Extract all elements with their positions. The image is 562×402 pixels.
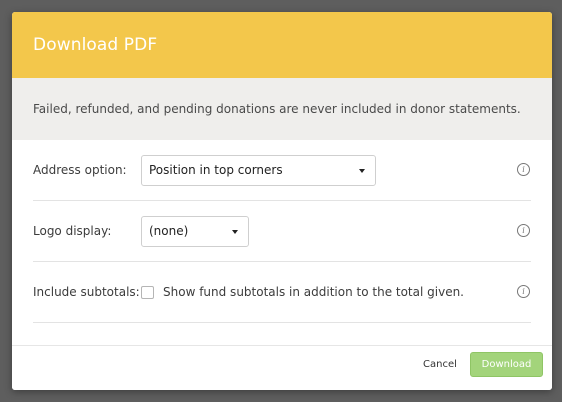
logo-display-value: (none) xyxy=(149,224,189,238)
download-button[interactable]: Download xyxy=(470,352,543,377)
info-circle-icon[interactable]: i xyxy=(517,163,530,176)
logo-display-select[interactable]: (none) xyxy=(141,215,249,247)
logo-display-label: Logo display: xyxy=(33,224,112,238)
address-option-value: Position in top corners xyxy=(149,163,283,177)
notice-text: Failed, refunded, and pending donations … xyxy=(33,102,521,116)
cancel-button[interactable]: Cancel xyxy=(423,359,457,370)
info-circle-icon[interactable]: i xyxy=(517,224,530,237)
address-option-select[interactable]: Position in top corners xyxy=(141,154,376,186)
subtotals-checkbox[interactable] xyxy=(141,285,154,299)
logo-display-row: Logo display: (none) i xyxy=(33,201,531,262)
dialog-header: Download PDF xyxy=(12,12,552,78)
chevron-down-icon xyxy=(359,168,365,173)
subtotals-checkbox-label[interactable]: Show fund subtotals in addition to the t… xyxy=(163,285,464,299)
info-circle-icon[interactable]: i xyxy=(517,285,530,298)
chevron-down-icon xyxy=(232,229,238,234)
address-option-row: Address option: Position in top corners … xyxy=(33,140,531,201)
notice-banner: Failed, refunded, and pending donations … xyxy=(12,78,552,140)
dialog-footer: Cancel Download xyxy=(12,345,552,390)
download-pdf-dialog: Download PDF Failed, refunded, and pendi… xyxy=(12,12,552,390)
address-option-label: Address option: xyxy=(33,163,127,177)
include-subtotals-row: Include subtotals: Show fund subtotals i… xyxy=(33,262,531,323)
include-subtotals-label: Include subtotals: xyxy=(33,285,140,299)
pdf-options-form: Address option: Position in top corners … xyxy=(12,140,552,323)
dialog-title: Download PDF xyxy=(33,35,158,55)
